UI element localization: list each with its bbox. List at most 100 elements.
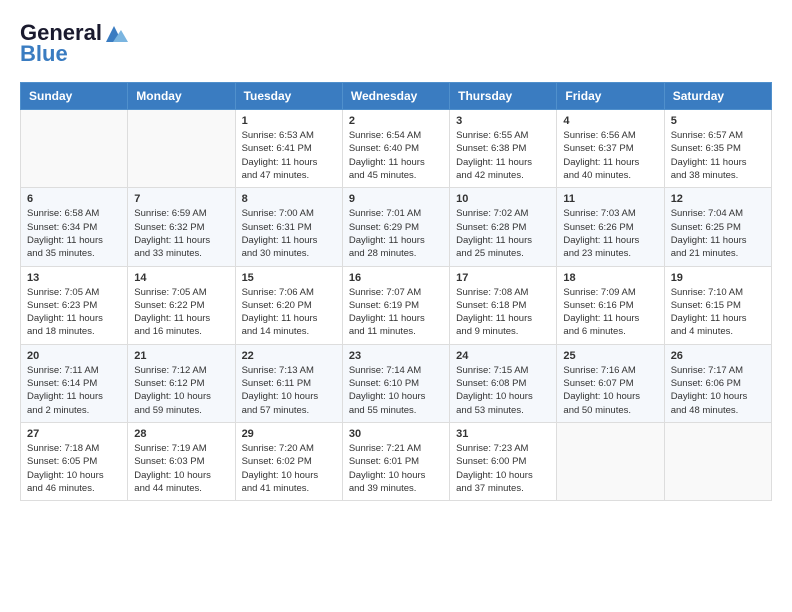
calendar-cell: 30 Sunrise: 7:21 AM Sunset: 6:01 PM Dayli…: [342, 422, 449, 500]
day-info: Sunrise: 7:14 AM Sunset: 6:10 PM Dayligh…: [349, 364, 443, 417]
day-number: 7: [134, 193, 228, 205]
day-number: 13: [27, 272, 121, 284]
calendar-cell: 5 Sunrise: 6:57 AM Sunset: 6:35 PM Daylig…: [664, 110, 771, 188]
day-info: Sunrise: 6:59 AM Sunset: 6:32 PM Dayligh…: [134, 207, 228, 260]
day-info: Sunrise: 6:57 AM Sunset: 6:35 PM Dayligh…: [671, 129, 765, 182]
calendar-cell: 8Sunrise: 7:00 AM Sunset: 6:31 PM Daylig…: [235, 188, 342, 266]
day-number: 27: [27, 428, 121, 440]
day-number: 4: [563, 115, 657, 127]
day-number: 28: [134, 428, 228, 440]
calendar-cell: 18 Sunrise: 7:09 AM Sunset: 6:16 PM Dayli…: [557, 266, 664, 344]
day-number: 16: [349, 272, 443, 284]
calendar-cell: 16 Sunrise: 7:07 AM Sunset: 6:19 PM Dayli…: [342, 266, 449, 344]
week-row-1: 1Sunrise: 6:53 AM Sunset: 6:41 PM Daylig…: [21, 110, 772, 188]
day-number: 15: [242, 272, 336, 284]
calendar-cell: 7 Sunrise: 6:59 AM Sunset: 6:32 PM Daylig…: [128, 188, 235, 266]
day-number: 9: [349, 193, 443, 205]
calendar-cell: 17 Sunrise: 7:08 AM Sunset: 6:18 PM Dayli…: [450, 266, 557, 344]
day-number: 18: [563, 272, 657, 284]
day-info: Sunrise: 7:01 AM Sunset: 6:29 PM Dayligh…: [349, 207, 443, 260]
day-number: 14: [134, 272, 228, 284]
day-info: Sunrise: 7:23 AM Sunset: 6:00 PM Dayligh…: [456, 442, 550, 495]
calendar-cell: 26Sunrise: 7:17 AM Sunset: 6:06 PM Dayli…: [664, 344, 771, 422]
day-info: Sunrise: 7:13 AM Sunset: 6:11 PM Dayligh…: [242, 364, 336, 417]
calendar-cell: [557, 422, 664, 500]
calendar-cell: 28 Sunrise: 7:19 AM Sunset: 6:03 PM Dayli…: [128, 422, 235, 500]
day-info: Sunrise: 7:15 AM Sunset: 6:08 PM Dayligh…: [456, 364, 550, 417]
page-header: General Blue: [20, 20, 772, 66]
day-number: 23: [349, 350, 443, 362]
calendar-cell: [664, 422, 771, 500]
weekday-sunday: Sunday: [21, 83, 128, 110]
weekday-saturday: Saturday: [664, 83, 771, 110]
day-info: Sunrise: 7:19 AM Sunset: 6:03 PM Dayligh…: [134, 442, 228, 495]
calendar-cell: [128, 110, 235, 188]
logo-icon: [104, 20, 130, 46]
day-number: 22: [242, 350, 336, 362]
calendar-cell: 6 Sunrise: 6:58 AM Sunset: 6:34 PM Daylig…: [21, 188, 128, 266]
calendar-cell: 12 Sunrise: 7:04 AM Sunset: 6:25 PM Dayli…: [664, 188, 771, 266]
weekday-header-row: SundayMondayTuesdayWednesdayThursdayFrid…: [21, 83, 772, 110]
day-number: 5: [671, 115, 765, 127]
calendar-cell: 27 Sunrise: 7:18 AM Sunset: 6:05 PM Dayli…: [21, 422, 128, 500]
day-info: Sunrise: 7:06 AM Sunset: 6:20 PM Dayligh…: [242, 286, 336, 339]
day-info: Sunrise: 7:07 AM Sunset: 6:19 PM Dayligh…: [349, 286, 443, 339]
day-info: Sunrise: 7:05 AM Sunset: 6:22 PM Dayligh…: [134, 286, 228, 339]
logo: General Blue: [20, 20, 130, 66]
calendar-cell: 4 Sunrise: 6:56 AM Sunset: 6:37 PM Daylig…: [557, 110, 664, 188]
weekday-friday: Friday: [557, 83, 664, 110]
day-info: Sunrise: 6:54 AM Sunset: 6:40 PM Dayligh…: [349, 129, 443, 182]
calendar-cell: 9 Sunrise: 7:01 AM Sunset: 6:29 PM Daylig…: [342, 188, 449, 266]
week-row-2: 6 Sunrise: 6:58 AM Sunset: 6:34 PM Daylig…: [21, 188, 772, 266]
day-number: 30: [349, 428, 443, 440]
calendar-cell: 24 Sunrise: 7:15 AM Sunset: 6:08 PM Dayli…: [450, 344, 557, 422]
day-info: Sunrise: 7:18 AM Sunset: 6:05 PM Dayligh…: [27, 442, 121, 495]
day-number: 1: [242, 115, 336, 127]
calendar-cell: 14 Sunrise: 7:05 AM Sunset: 6:22 PM Dayli…: [128, 266, 235, 344]
calendar-cell: 2 Sunrise: 6:54 AM Sunset: 6:40 PM Daylig…: [342, 110, 449, 188]
calendar-cell: 19 Sunrise: 7:10 AM Sunset: 6:15 PM Dayli…: [664, 266, 771, 344]
weekday-thursday: Thursday: [450, 83, 557, 110]
weekday-tuesday: Tuesday: [235, 83, 342, 110]
calendar-cell: 20 Sunrise: 7:11 AM Sunset: 6:14 PM Dayli…: [21, 344, 128, 422]
day-number: 19: [671, 272, 765, 284]
day-number: 24: [456, 350, 550, 362]
day-info: Sunrise: 7:12 AM Sunset: 6:12 PM Dayligh…: [134, 364, 228, 417]
day-info: Sunrise: 7:05 AM Sunset: 6:23 PM Dayligh…: [27, 286, 121, 339]
day-number: 3: [456, 115, 550, 127]
day-number: 8: [242, 193, 336, 205]
calendar-cell: 10 Sunrise: 7:02 AM Sunset: 6:28 PM Dayli…: [450, 188, 557, 266]
day-number: 12: [671, 193, 765, 205]
day-info: Sunrise: 7:20 AM Sunset: 6:02 PM Dayligh…: [242, 442, 336, 495]
day-info: Sunrise: 7:02 AM Sunset: 6:28 PM Dayligh…: [456, 207, 550, 260]
day-info: Sunrise: 7:10 AM Sunset: 6:15 PM Dayligh…: [671, 286, 765, 339]
calendar-cell: 15 Sunrise: 7:06 AM Sunset: 6:20 PM Dayli…: [235, 266, 342, 344]
day-number: 10: [456, 193, 550, 205]
day-info: Sunrise: 7:09 AM Sunset: 6:16 PM Dayligh…: [563, 286, 657, 339]
calendar-cell: 13 Sunrise: 7:05 AM Sunset: 6:23 PM Dayli…: [21, 266, 128, 344]
day-number: 31: [456, 428, 550, 440]
weekday-wednesday: Wednesday: [342, 83, 449, 110]
day-info: Sunrise: 7:11 AM Sunset: 6:14 PM Dayligh…: [27, 364, 121, 417]
day-number: 2: [349, 115, 443, 127]
calendar-cell: 3 Sunrise: 6:55 AM Sunset: 6:38 PM Daylig…: [450, 110, 557, 188]
logo-container: General Blue: [20, 20, 130, 66]
day-info: Sunrise: 7:04 AM Sunset: 6:25 PM Dayligh…: [671, 207, 765, 260]
calendar-cell: 11 Sunrise: 7:03 AM Sunset: 6:26 PM Dayli…: [557, 188, 664, 266]
day-info: Sunrise: 6:55 AM Sunset: 6:38 PM Dayligh…: [456, 129, 550, 182]
day-number: 17: [456, 272, 550, 284]
day-info: Sunrise: 7:03 AM Sunset: 6:26 PM Dayligh…: [563, 207, 657, 260]
calendar-cell: 29Sunrise: 7:20 AM Sunset: 6:02 PM Dayli…: [235, 422, 342, 500]
day-number: 20: [27, 350, 121, 362]
calendar-cell: 23 Sunrise: 7:14 AM Sunset: 6:10 PM Dayli…: [342, 344, 449, 422]
day-info: Sunrise: 6:56 AM Sunset: 6:37 PM Dayligh…: [563, 129, 657, 182]
day-number: 11: [563, 193, 657, 205]
week-row-5: 27 Sunrise: 7:18 AM Sunset: 6:05 PM Dayli…: [21, 422, 772, 500]
day-info: Sunrise: 7:21 AM Sunset: 6:01 PM Dayligh…: [349, 442, 443, 495]
calendar-header: SundayMondayTuesdayWednesdayThursdayFrid…: [21, 83, 772, 110]
day-info: Sunrise: 6:58 AM Sunset: 6:34 PM Dayligh…: [27, 207, 121, 260]
calendar-cell: 21Sunrise: 7:12 AM Sunset: 6:12 PM Dayli…: [128, 344, 235, 422]
day-info: Sunrise: 7:08 AM Sunset: 6:18 PM Dayligh…: [456, 286, 550, 339]
day-number: 6: [27, 193, 121, 205]
week-row-3: 13 Sunrise: 7:05 AM Sunset: 6:23 PM Dayli…: [21, 266, 772, 344]
